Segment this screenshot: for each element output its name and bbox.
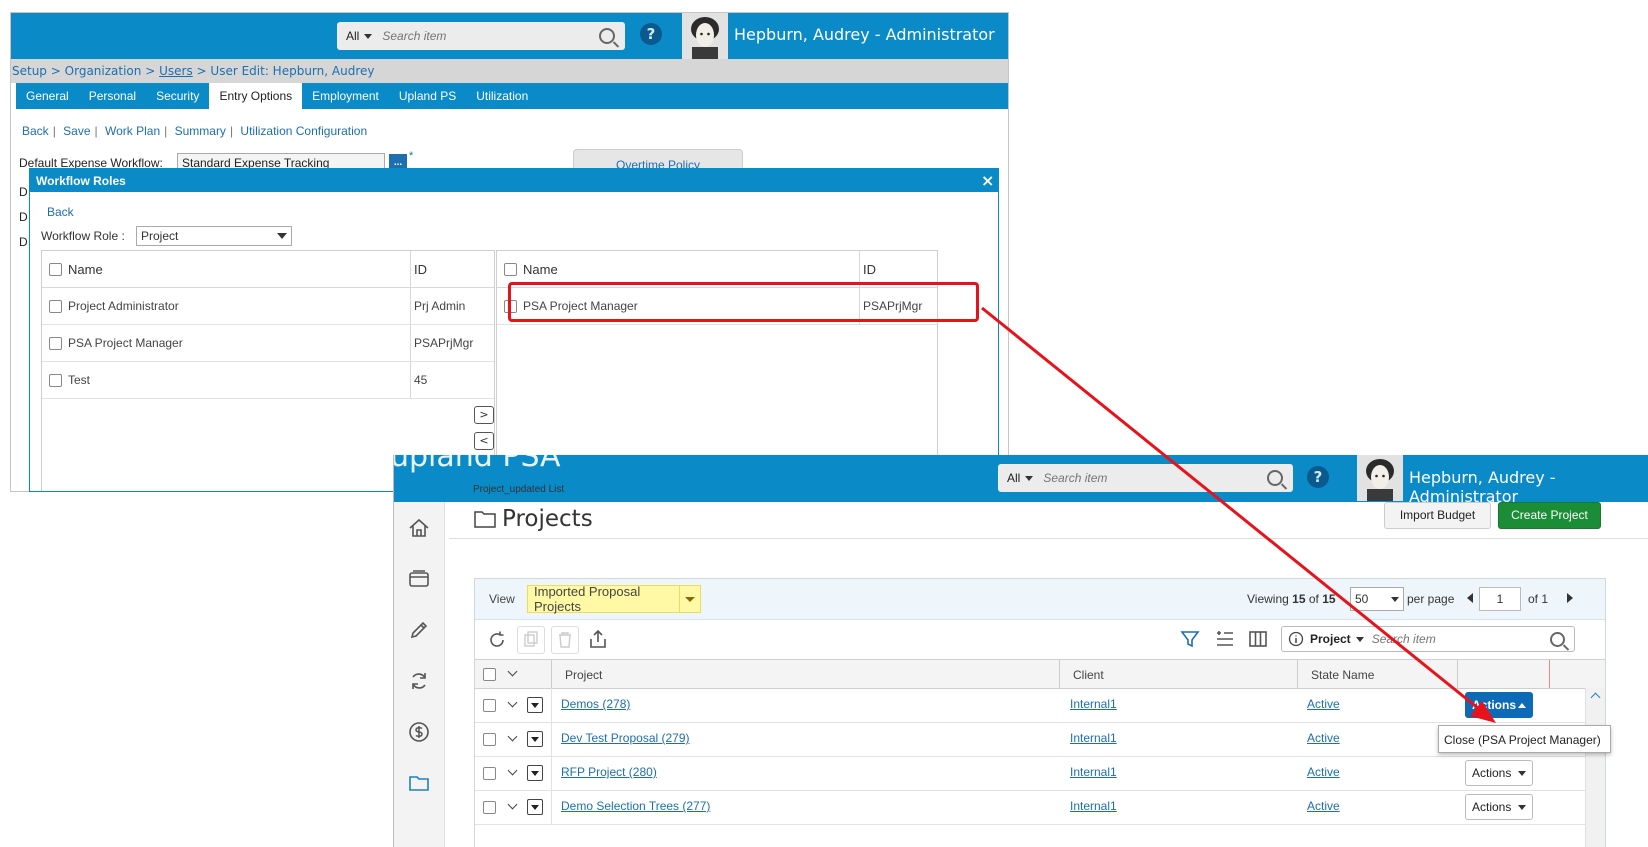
arrow-annotation	[981, 306, 1496, 723]
